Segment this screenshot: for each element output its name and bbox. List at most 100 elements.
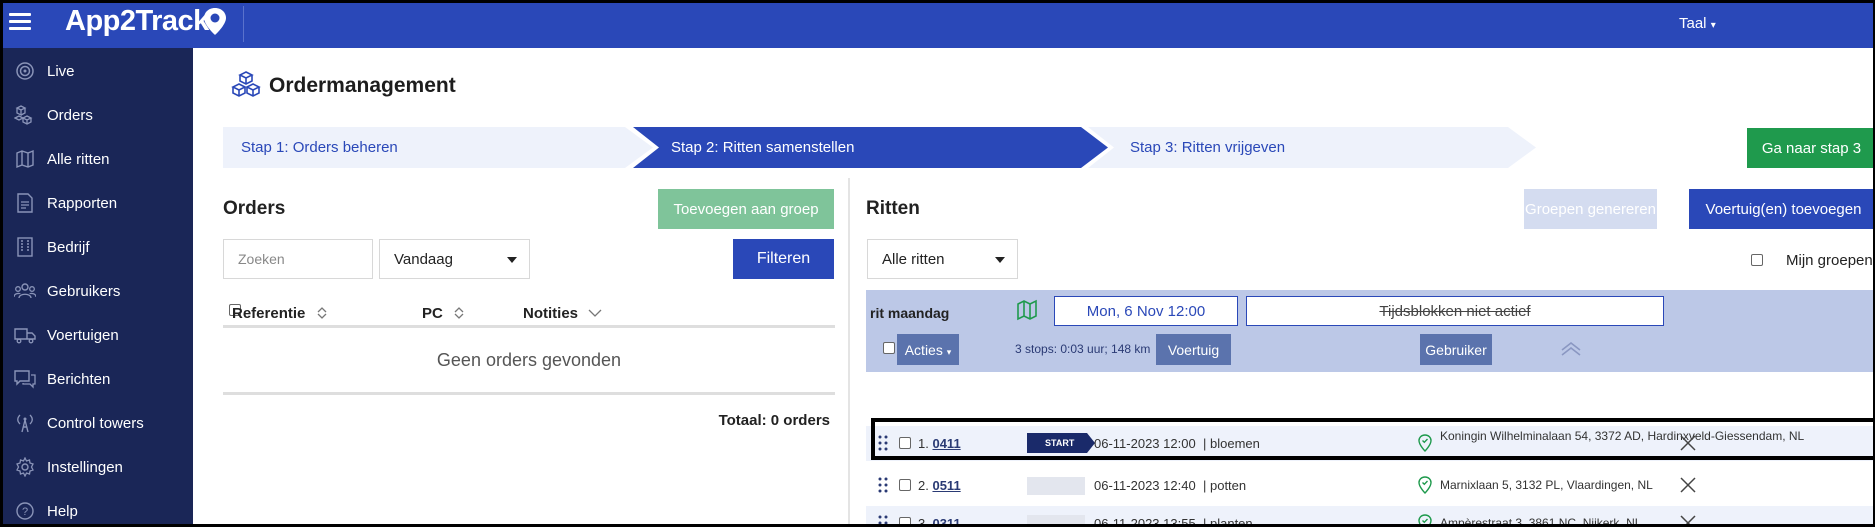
boxes-icon bbox=[231, 71, 261, 97]
rides-heading: Ritten bbox=[866, 198, 920, 219]
step-3[interactable]: Stap 3: Ritten vrijgeven bbox=[1088, 127, 1536, 168]
divider bbox=[223, 392, 835, 395]
report-icon bbox=[14, 192, 36, 214]
select-ride-checkbox[interactable] bbox=[883, 342, 895, 354]
sidebar-item-label: Live bbox=[47, 62, 75, 80]
messages-icon bbox=[14, 368, 36, 390]
stop-note: | planten bbox=[1203, 516, 1253, 527]
actions-label: Acties bbox=[904, 341, 943, 358]
rides-filter-value: Alle ritten bbox=[882, 250, 945, 268]
sidebar-item-live[interactable]: Live bbox=[3, 51, 193, 91]
sidebar: Live Orders Alle ritten Rapporten Bedrij… bbox=[3, 48, 193, 524]
sidebar-item-label: Voertuigen bbox=[47, 326, 119, 344]
period-value: Vandaag bbox=[394, 250, 453, 268]
filter-button[interactable]: Filteren bbox=[733, 239, 834, 279]
sidebar-item-berichten[interactable]: Berichten bbox=[3, 359, 193, 399]
svg-text:?: ? bbox=[22, 506, 28, 518]
next-step-button[interactable]: Ga naar stap 3 bbox=[1747, 128, 1873, 168]
sidebar-item-instellingen[interactable]: Instellingen bbox=[3, 447, 193, 487]
sidebar-item-label: Help bbox=[47, 502, 78, 520]
drag-handle-icon[interactable] bbox=[878, 477, 888, 493]
column-pc[interactable]: PC bbox=[422, 305, 465, 322]
step-1[interactable]: Stap 1: Orders beheren bbox=[223, 127, 653, 168]
stop-number: 2. bbox=[918, 478, 929, 493]
stop-checkbox[interactable] bbox=[899, 479, 911, 491]
users-icon bbox=[14, 280, 36, 302]
ride-summary: 3 stops: 0:03 uur; 148 km bbox=[1015, 342, 1151, 356]
actions-dropdown-button[interactable]: Acties ▾ bbox=[897, 334, 959, 365]
sidebar-item-label: Alle ritten bbox=[47, 150, 110, 168]
order-link[interactable]: 0511 bbox=[932, 478, 960, 493]
stop-badge-placeholder bbox=[1027, 515, 1085, 524]
sidebar-item-voertuigen[interactable]: Voertuigen bbox=[3, 315, 193, 355]
ride-date-field[interactable]: Mon, 6 Nov 12:00 bbox=[1054, 296, 1238, 326]
caret-down-icon: ▾ bbox=[1710, 20, 1716, 31]
column-notities[interactable]: Notities bbox=[523, 305, 602, 322]
sidebar-item-bedrijf[interactable]: Bedrijf bbox=[3, 227, 193, 267]
sidebar-item-help[interactable]: ? Help bbox=[3, 491, 193, 524]
drag-handle-icon[interactable] bbox=[878, 515, 888, 527]
divider bbox=[243, 6, 244, 42]
order-link[interactable]: 0411 bbox=[932, 436, 960, 451]
add-vehicles-button[interactable]: Voertuig(en) toevoegen bbox=[1689, 189, 1873, 229]
caret-down-icon: ▾ bbox=[946, 346, 952, 357]
close-icon[interactable] bbox=[1680, 435, 1696, 451]
help-icon: ? bbox=[14, 500, 36, 522]
stop-row[interactable]: 3. 0311 06-11-2023 13:55 | planten Ampèr… bbox=[866, 506, 1873, 527]
stop-address: Ampèrestraat 3, 3861 NC, Nijkerk, NL bbox=[1440, 516, 1642, 527]
close-icon[interactable] bbox=[1680, 477, 1696, 493]
sidebar-item-label: Gebruikers bbox=[47, 282, 121, 300]
ride-group-header: rit maandag Mon, 6 Nov 12:00 Tijdsblokke… bbox=[866, 290, 1873, 372]
stop-row[interactable]: 1. 0411 START 06-11-2023 12:00 | bloemen… bbox=[866, 426, 1873, 461]
search-input[interactable] bbox=[223, 239, 373, 279]
stop-note: | bloemen bbox=[1203, 436, 1260, 451]
order-link[interactable]: 0311 bbox=[932, 516, 960, 524]
stop-row[interactable]: 2. 0511 06-11-2023 12:40 | potten Marnix… bbox=[866, 468, 1873, 503]
language-menu[interactable]: Taal ▾ bbox=[1679, 15, 1716, 32]
user-button[interactable]: Gebruiker bbox=[1420, 334, 1492, 365]
drag-handle-icon[interactable] bbox=[878, 435, 888, 451]
route-map-icon[interactable] bbox=[1016, 299, 1038, 321]
building-icon bbox=[14, 236, 36, 258]
location-pin-icon bbox=[204, 8, 226, 35]
sidebar-item-control-towers[interactable]: Control towers bbox=[3, 403, 193, 443]
sort-descending-icon bbox=[588, 309, 602, 317]
column-referentie[interactable]: Referentie bbox=[232, 305, 328, 322]
my-groups-label: Mijn groepen bbox=[1786, 252, 1873, 269]
sidebar-item-label: Berichten bbox=[47, 370, 111, 388]
sidebar-item-gebruikers[interactable]: Gebruikers bbox=[3, 271, 193, 311]
stop-checkbox[interactable] bbox=[899, 437, 911, 449]
ride-name: rit maandag bbox=[870, 305, 950, 321]
truck-icon bbox=[14, 324, 36, 346]
orders-total: Totaal: 0 orders bbox=[718, 412, 830, 429]
stop-datetime: 06-11-2023 12:40 bbox=[1094, 478, 1196, 493]
my-groups-checkbox[interactable] bbox=[1751, 254, 1763, 266]
sidebar-item-orders[interactable]: Orders bbox=[3, 95, 193, 135]
sidebar-item-rapporten[interactable]: Rapporten bbox=[3, 183, 193, 223]
location-pin-icon bbox=[1418, 514, 1432, 524]
stop-note: | potten bbox=[1203, 478, 1247, 493]
step-2-active[interactable]: Stap 2: Ritten samenstellen bbox=[633, 127, 1108, 168]
generate-groups-button[interactable]: Groepen genereren bbox=[1524, 189, 1657, 229]
rides-filter-select[interactable]: Alle ritten bbox=[867, 239, 1018, 279]
add-to-group-button[interactable]: Toevoegen aan groep bbox=[658, 189, 834, 229]
collapse-chevron-icon[interactable] bbox=[1559, 340, 1583, 356]
route-map-icon bbox=[14, 148, 36, 170]
app-logo[interactable]: App2Track bbox=[65, 5, 209, 38]
stop-datetime: 06-11-2023 13:55 bbox=[1094, 516, 1196, 527]
close-icon[interactable] bbox=[1680, 515, 1696, 527]
stop-reference: 2. 0511 bbox=[918, 478, 961, 493]
hamburger-menu-icon[interactable] bbox=[9, 13, 31, 31]
orders-heading: Orders bbox=[223, 198, 286, 219]
sidebar-item-alle-ritten[interactable]: Alle ritten bbox=[3, 139, 193, 179]
vehicle-button[interactable]: Voertuig bbox=[1156, 334, 1231, 365]
period-select[interactable]: Vandaag bbox=[379, 239, 530, 279]
stop-number: 3. bbox=[918, 516, 929, 527]
sidebar-item-label: Bedrijf bbox=[47, 238, 90, 256]
caret-down-icon bbox=[507, 257, 517, 263]
start-badge: START bbox=[1027, 433, 1095, 453]
sidebar-item-label: Orders bbox=[47, 106, 93, 124]
gear-icon bbox=[14, 456, 36, 478]
timeblocks-field[interactable]: Tijdsblokken niet actief bbox=[1246, 296, 1664, 326]
stop-checkbox[interactable] bbox=[899, 517, 911, 524]
